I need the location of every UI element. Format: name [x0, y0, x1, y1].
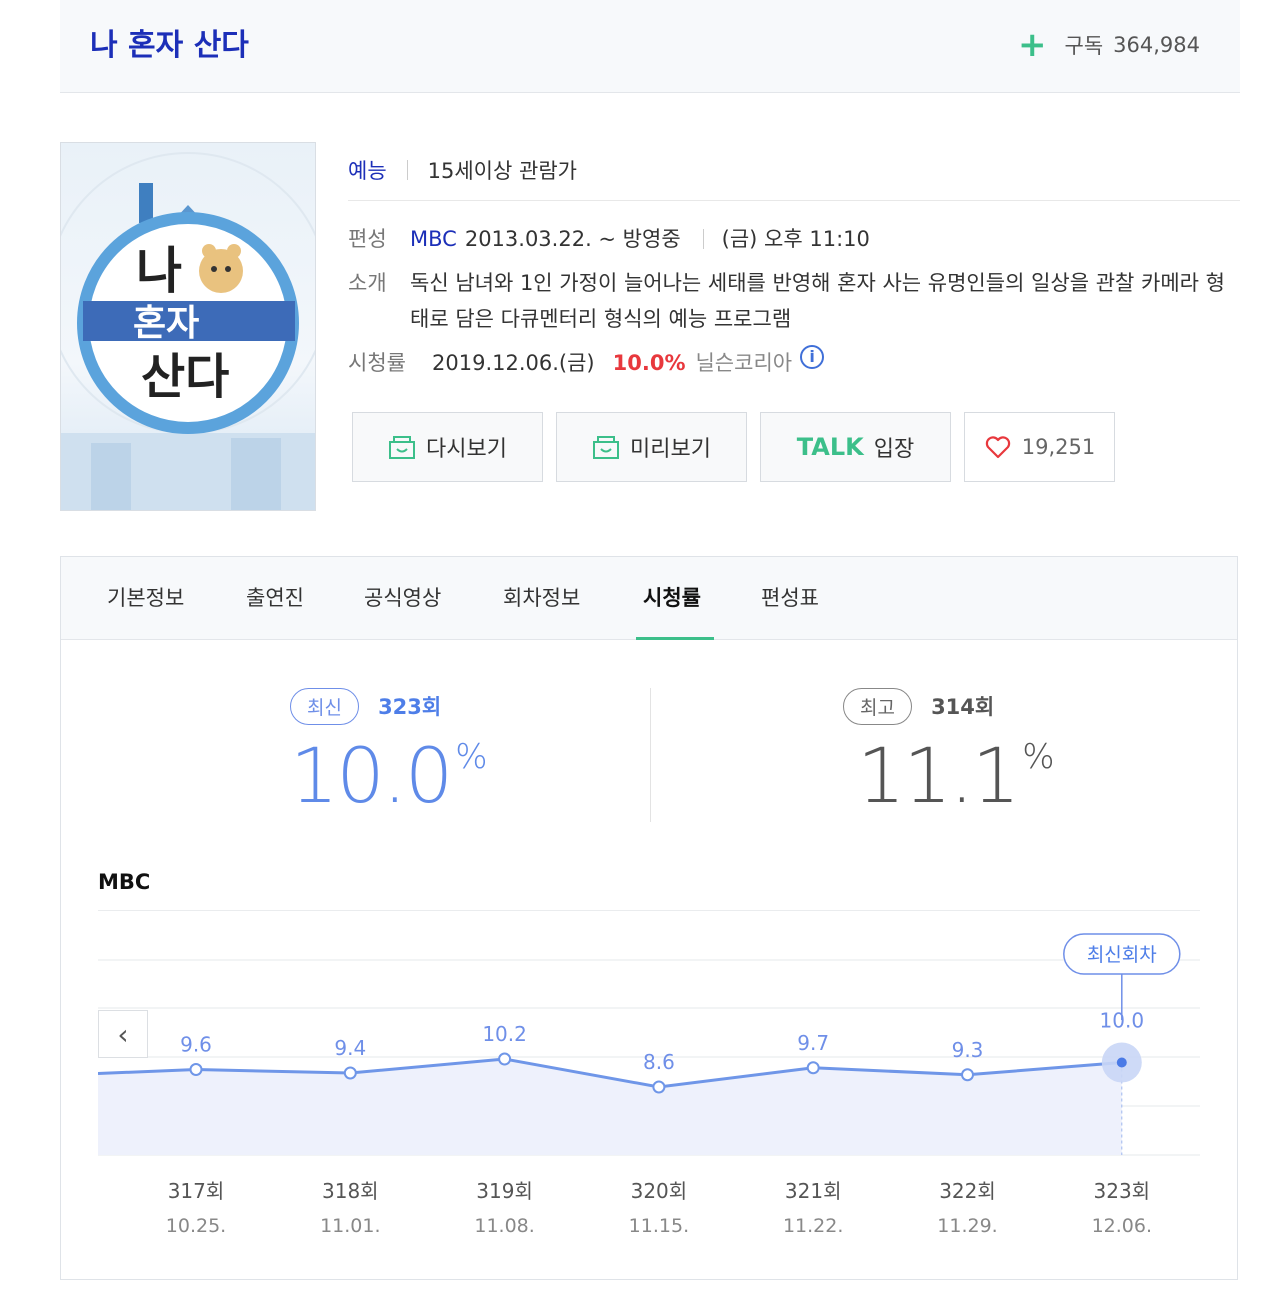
best-rating-value: 11.1 [857, 731, 1020, 820]
data-label: 10.2 [482, 1022, 527, 1046]
latest-rating: 10.0% [290, 731, 488, 820]
replay-label: 다시보기 [426, 437, 507, 462]
tab-schedule[interactable]: 편성표 [761, 557, 819, 639]
data-point [652, 1080, 666, 1094]
data-point [961, 1068, 974, 1082]
program-title[interactable]: 나 혼자 산다 [90, 20, 249, 64]
preview-button[interactable]: 미리보기 [556, 412, 747, 482]
chart-svg: 9.6 317회 10.25. 9.4 318회 11.01. 10.2 319회 11.08.… [97, 909, 1200, 1237]
viewership-label: 시청률 [348, 351, 406, 375]
plus-icon[interactable]: + [1018, 28, 1047, 62]
data-point [498, 1052, 512, 1066]
subscribe-count: 364,984 [1113, 33, 1200, 57]
x-tick-date: 11.29. [937, 1215, 997, 1237]
viewership-source: 닐슨코리아 [695, 351, 793, 375]
tab-episodes[interactable]: 회차정보 [503, 557, 580, 639]
talk-button[interactable]: TALK 입장 [760, 412, 951, 482]
info-icon[interactable]: i [800, 345, 825, 369]
data-label: 8.6 [643, 1050, 675, 1074]
tab-basic-info[interactable]: 기본정보 [107, 557, 184, 639]
genre-row: 예능 15세이상 관람가 [348, 140, 1240, 201]
talk-label: 입장 [873, 437, 915, 462]
x-tick-episode: 322회 [939, 1179, 996, 1203]
data-label: 9.6 [180, 1033, 212, 1057]
talk-brand: TALK [796, 433, 864, 461]
data-point [189, 1063, 203, 1076]
latest-badge: 최신 [290, 688, 359, 725]
tab-cast[interactable]: 출연진 [246, 557, 304, 639]
subscribe-area[interactable]: + 구독 364,984 [1018, 28, 1200, 62]
stats-divider [650, 688, 651, 822]
replay-button[interactable]: 다시보기 [352, 412, 543, 482]
x-tick-episode: 323회 [1094, 1179, 1151, 1203]
poster-art: 나 혼자 산다 [61, 152, 315, 510]
latest-rating-unit: % [455, 737, 487, 777]
data-label: 9.3 [952, 1038, 984, 1062]
x-tick-episode: 317회 [168, 1179, 225, 1203]
latest-rating-value: 10.0 [290, 731, 453, 820]
age-rating: 15세이상 관람가 [427, 159, 577, 183]
data-point [343, 1066, 357, 1080]
x-tick-episode: 321회 [785, 1179, 842, 1203]
intro-text: 독신 남녀와 1인 가정이 늘어나는 세태를 반영해 혼자 사는 유명인들의 일… [410, 271, 1225, 331]
best-badge: 최고 [843, 688, 912, 725]
best-stat: 최고 314회 11.1% [843, 688, 1055, 822]
poster-line3: 산다 [141, 349, 229, 405]
like-count: 19,251 [1021, 435, 1096, 459]
schedule-label: 편성 [348, 227, 387, 251]
chart-channel-label: MBC [98, 870, 151, 894]
x-tick-date: 11.22. [783, 1215, 843, 1237]
tab-bar: 기본정보 출연진 공식영상 회차정보 시청률 편성표 [61, 557, 1237, 640]
air-time: (금) 오후 11:10 [721, 227, 870, 251]
x-tick-episode: 320회 [631, 1179, 688, 1203]
genre-link[interactable]: 예능 [348, 155, 387, 185]
viewership-date: 2019.12.06.(금) [432, 351, 595, 375]
action-buttons: 다시보기 미리보기 TALK 입장 19,251 [352, 412, 1115, 482]
x-tick-date: 11.15. [629, 1215, 689, 1237]
schedule-row: 편성 MBC 2013.03.22. ~ 방영중 (금) 오후 11:10 [348, 221, 1240, 257]
like-button[interactable]: 19,251 [964, 412, 1115, 482]
intro-label: 소개 [348, 271, 387, 295]
x-tick-date: 11.01. [320, 1215, 380, 1237]
data-point [806, 1061, 820, 1075]
intro-row: 소개 독신 남녀와 1인 가정이 늘어나는 세태를 반영해 혼자 사는 유명인들… [348, 265, 1240, 337]
x-tick-episode: 318회 [322, 1179, 379, 1203]
replay-icon [389, 436, 416, 459]
latest-stat: 최신 323회 10.0% [290, 688, 488, 822]
latest-marker-text: 최신회차 [1087, 944, 1157, 966]
data-label: 9.7 [797, 1031, 829, 1055]
preview-icon [593, 436, 620, 459]
heart-icon [985, 436, 1010, 459]
viewership-row: 시청률 2019.12.06.(금) 10.0% 닐슨코리아 i [348, 345, 1240, 381]
poster-line2: 혼자 [133, 303, 199, 344]
best-rating-unit: % [1022, 737, 1054, 777]
viewership-value: 10.0% [612, 351, 686, 375]
data-label: 9.4 [334, 1036, 366, 1060]
viewership-chart: 9.6 317회 10.25. 9.4 318회 11.01. 10.2 319회 11.08.… [97, 909, 1200, 1250]
latest-episode: 323회 [378, 695, 442, 719]
x-tick-date: 10.25. [166, 1215, 226, 1237]
tab-viewership[interactable]: 시청률 [636, 557, 714, 640]
subscribe-label: 구독 [1064, 34, 1104, 58]
tab-official-video[interactable]: 공식영상 [364, 557, 441, 639]
channel-link[interactable]: MBC [410, 221, 457, 257]
divider [702, 229, 704, 249]
preview-label: 미리보기 [630, 437, 711, 462]
broadcast-period: 2013.03.22. ~ 방영중 [464, 227, 681, 251]
program-header: 나 혼자 산다 + 구독 364,984 [60, 0, 1240, 93]
program-info: 예능 15세이상 관람가 편성 MBC 2013.03.22. ~ 방영중 (금… [348, 140, 1240, 381]
chevron-left-icon[interactable]: ‹ [98, 1010, 148, 1058]
poster-line1: 나 [136, 242, 182, 300]
data-point [1116, 1057, 1127, 1068]
program-poster[interactable]: 나 혼자 산다 [60, 142, 316, 511]
x-tick-date: 12.06. [1092, 1215, 1152, 1237]
best-rating: 11.1% [857, 731, 1055, 820]
x-tick-episode: 319회 [476, 1179, 533, 1203]
divider [406, 160, 408, 180]
best-episode: 314회 [931, 695, 995, 719]
x-tick-date: 11.08. [474, 1215, 534, 1237]
